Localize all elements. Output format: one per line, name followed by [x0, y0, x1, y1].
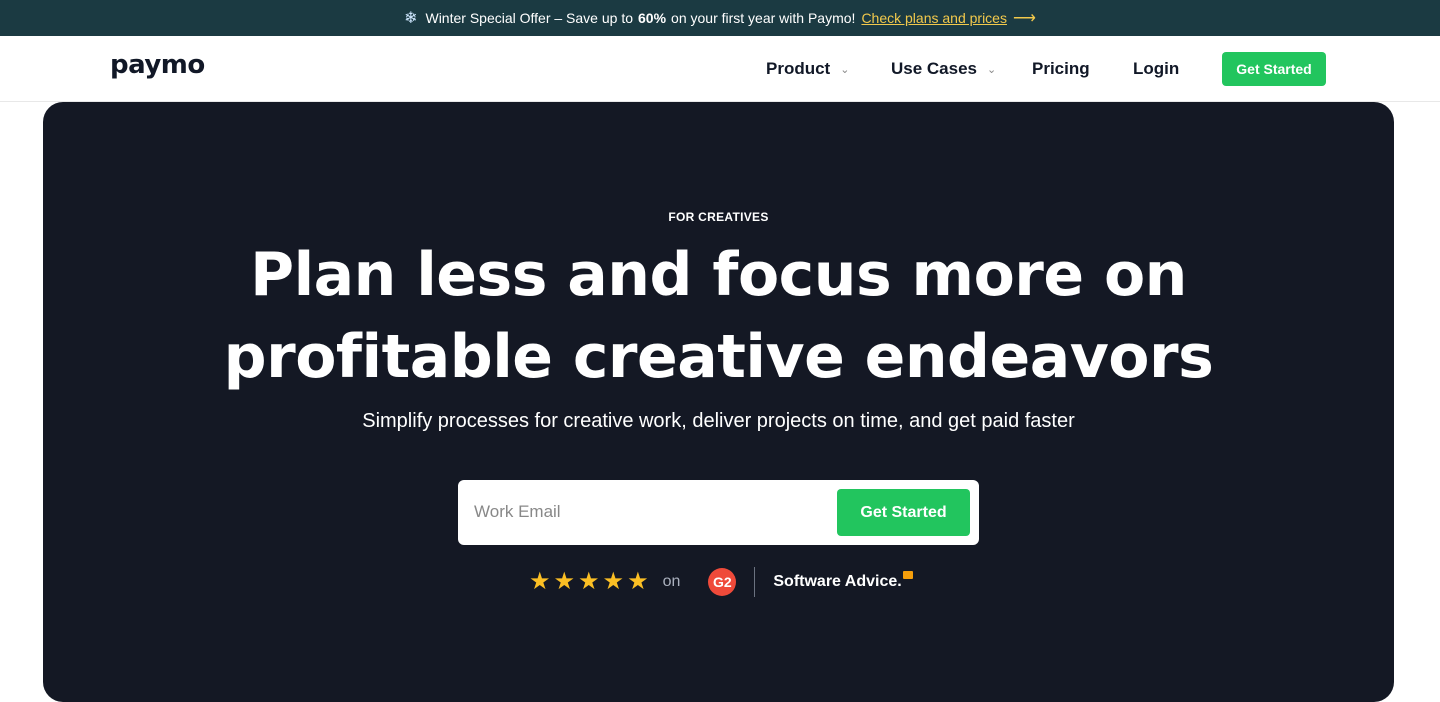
hero-get-started-button[interactable]: Get Started	[837, 489, 970, 536]
g2-logo-icon: G2	[708, 568, 737, 596]
nav-use-cases-label: Use Cases	[891, 59, 978, 78]
software-advice-logo: Software Advice.	[773, 571, 913, 591]
headline-line-1: Plan less and focus more on	[250, 240, 1187, 310]
rating-on-text: on	[662, 573, 681, 590]
header-get-started-button[interactable]: Get Started	[1222, 52, 1326, 86]
snowflake-icon: ❄	[404, 10, 418, 27]
star-rating: ★ ★ ★ ★ ★	[529, 570, 649, 594]
promo-highlight: 60%	[638, 10, 667, 26]
divider	[754, 567, 756, 597]
nav-product[interactable]: Product ⌄	[766, 36, 849, 102]
nav-product-label: Product	[766, 59, 831, 78]
nav-pricing[interactable]: Pricing	[1032, 36, 1090, 102]
promo-link[interactable]: Check plans and prices	[861, 10, 1007, 26]
hero-headline: Plan less and focus more on profitable c…	[43, 234, 1394, 398]
email-signup-form: Get Started	[458, 480, 979, 545]
arrow-right-icon: ⟶	[1012, 10, 1036, 27]
nav-use-cases[interactable]: Use Cases ⌄	[891, 36, 996, 102]
site-header: paymo Product ⌄ Use Cases ⌄ Pricing Logi…	[0, 36, 1440, 102]
chevron-down-icon: ⌄	[840, 63, 850, 76]
star-icon: ★	[578, 568, 600, 595]
headline-line-2: profitable creative endeavors	[223, 322, 1214, 392]
star-icon: ★	[529, 568, 551, 595]
promo-text-after: on your first year with Paymo!	[671, 10, 856, 26]
g2-badge-text: G2	[713, 574, 732, 590]
ratings-row: ★ ★ ★ ★ ★ on G2 Software Advice.	[529, 567, 913, 597]
promo-bar: ❄ Winter Special Offer – Save up to 60% …	[0, 0, 1440, 36]
hero-eyebrow: FOR CREATIVES	[668, 210, 769, 224]
nav-login-label: Login	[1133, 59, 1180, 78]
hero-subhead: Simplify processes for creative work, de…	[362, 410, 1075, 432]
star-icon: ★	[627, 568, 649, 595]
nav-pricing-label: Pricing	[1032, 59, 1090, 78]
work-email-input[interactable]	[474, 494, 834, 530]
chevron-down-icon: ⌄	[987, 63, 997, 76]
promo-text: Winter Special Offer – Save up to	[425, 10, 633, 26]
star-icon: ★	[602, 568, 625, 595]
logo-text: paymo	[110, 50, 205, 80]
hero-section: FOR CREATIVES Plan less and focus more o…	[43, 102, 1394, 702]
star-icon: ★	[553, 568, 576, 595]
nav-login[interactable]: Login	[1133, 36, 1179, 102]
software-advice-text: Software Advice.	[773, 573, 902, 590]
speech-bubble-icon	[902, 571, 913, 579]
paymo-logo[interactable]: paymo	[110, 50, 205, 80]
